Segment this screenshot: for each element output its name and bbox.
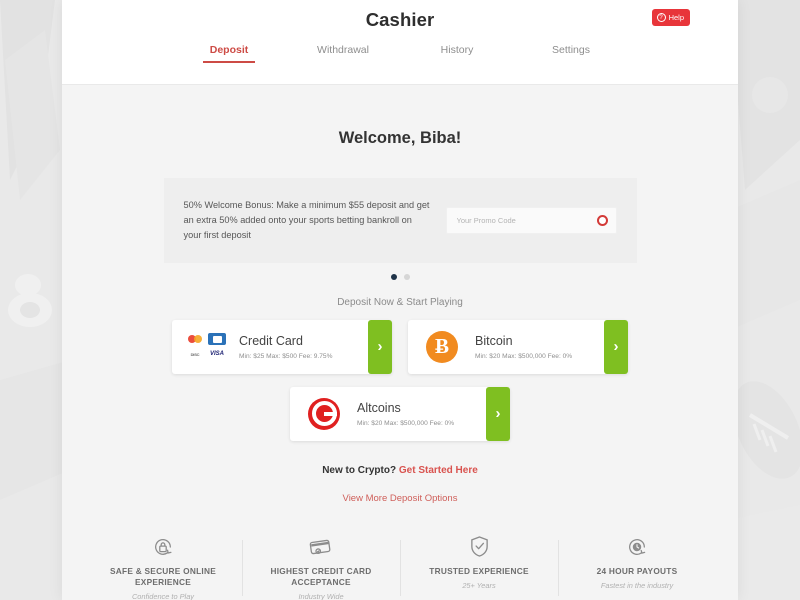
bitcoin-arrow-icon[interactable]: › xyxy=(604,319,628,374)
tab-withdrawal-label: Withdrawal xyxy=(317,44,369,56)
bitcoin-name: Bitcoin xyxy=(475,333,513,348)
credit-card-content: DISC VISA Credit Card Min: $25 Max: $500… xyxy=(172,320,368,374)
tab-history[interactable]: History xyxy=(400,44,514,63)
get-started-link[interactable]: Get Started Here xyxy=(399,465,478,476)
visa-icon: VISA xyxy=(208,348,226,361)
credit-card-name: Credit Card xyxy=(239,333,303,348)
crypto-cta-prefix: New to Crypto? xyxy=(322,464,399,476)
badge-safe-secure-title: SAFE & SECURE ONLINE EXPERIENCE xyxy=(110,565,216,587)
badge-trusted-experience-sub: 25+ Years xyxy=(462,580,496,590)
mastercard-icon xyxy=(186,333,204,346)
shield-check-icon xyxy=(406,534,552,560)
badge-safe-secure: SAFE & SECURE ONLINE EXPERIENCE Confiden… xyxy=(84,534,242,600)
tab-deposit-label: Deposit xyxy=(209,44,249,56)
tab-settings[interactable]: Settings xyxy=(514,44,628,63)
tab-settings-label: Settings xyxy=(552,44,590,56)
page-background: Cashier ? Help Deposit Withdrawal Histor… xyxy=(0,0,800,600)
deposit-method-bitcoin[interactable]: Ƀ Bitcoin Min: $20 Max: $500,000 Fee: 0%… xyxy=(408,319,628,374)
altcoins-arrow-icon[interactable]: › xyxy=(486,386,510,441)
badge-24-hour-payouts-title: 24 HOUR PAYOUTS xyxy=(596,565,678,576)
badge-trusted-experience: TRUSTED EXPERIENCE 25+ Years xyxy=(400,534,558,600)
badge-24-hour-payouts-sub: Fastest in the industry xyxy=(600,580,674,590)
altcoins-info: Altcoins Min: $20 Max: $500,000 Fee: 0% xyxy=(357,401,454,427)
credit-card-limits: Min: $25 Max: $500 Fee: 9.75% xyxy=(239,352,333,360)
help-button[interactable]: ? Help xyxy=(651,9,690,26)
tab-deposit[interactable]: Deposit xyxy=(172,44,286,63)
credit-card-brands-icon: DISC VISA xyxy=(183,333,229,361)
page-title: Cashier xyxy=(365,9,435,30)
bitcoin-info: Bitcoin Min: $20 Max: $500,000 Fee: 0% xyxy=(475,334,572,360)
help-circle-icon: ? xyxy=(656,13,666,22)
tab-bar: Deposit Withdrawal History Settings xyxy=(62,44,738,63)
badge-24-hour-payouts: 24 HOUR PAYOUTS Fastest in the industry xyxy=(558,534,716,600)
credit-card-icon xyxy=(248,534,394,560)
app-header: Cashier ? Help Deposit Withdrawal Histor… xyxy=(62,0,738,85)
promo-input-wrapper xyxy=(445,206,617,234)
promo-submit-icon[interactable] xyxy=(596,214,608,226)
discover-icon: DISC xyxy=(186,348,204,361)
crypto-cta: New to Crypto? Get Started Here xyxy=(62,465,738,476)
carousel-dot-1[interactable] xyxy=(390,273,397,280)
background-photo-left xyxy=(0,0,70,600)
credit-card-info: Credit Card Min: $25 Max: $500 Fee: 9.75… xyxy=(239,334,332,360)
amex-icon xyxy=(208,333,226,346)
promo-text: 50% Welcome Bonus: Make a minimum $55 de… xyxy=(183,200,430,240)
badge-safe-secure-sub: Confidence to Play xyxy=(131,592,195,600)
deposit-methods-row-2: Altcoins Min: $20 Max: $500,000 Fee: 0% … xyxy=(62,386,738,441)
deposit-method-altcoins[interactable]: Altcoins Min: $20 Max: $500,000 Fee: 0% … xyxy=(290,386,510,441)
welcome-heading: Welcome, Biba! xyxy=(338,129,462,147)
badge-credit-acceptance: HIGHEST CREDIT CARD ACCEPTANCE Industry … xyxy=(242,534,400,600)
bitcoin-logo-wrapper: Ƀ xyxy=(419,330,465,363)
deposit-methods-row-1: DISC VISA Credit Card Min: $25 Max: $500… xyxy=(62,319,738,374)
credit-card-arrow-icon[interactable]: › xyxy=(368,319,392,374)
altcoins-limits: Min: $20 Max: $500,000 Fee: 0% xyxy=(357,419,455,427)
tab-history-label: History xyxy=(440,44,474,56)
carousel-dots xyxy=(62,273,738,280)
altcoins-logo-wrapper xyxy=(301,397,347,430)
bitcoin-limits: Min: $20 Max: $500,000 Fee: 0% xyxy=(475,352,573,360)
trust-badges: SAFE & SECURE ONLINE EXPERIENCE Confiden… xyxy=(62,534,738,600)
carousel-dot-2[interactable] xyxy=(403,273,410,280)
app-body: Welcome, Biba! 50% Welcome Bonus: Make a… xyxy=(62,85,738,600)
clock-icon xyxy=(564,534,710,560)
altcoins-icon xyxy=(308,397,340,430)
view-more-deposit-options-link[interactable]: View More Deposit Options xyxy=(62,493,738,504)
cashier-panel: Cashier ? Help Deposit Withdrawal Histor… xyxy=(62,0,738,600)
lock-shield-icon xyxy=(90,534,236,560)
badge-trusted-experience-title: TRUSTED EXPERIENCE xyxy=(429,565,529,576)
altcoins-name: Altcoins xyxy=(357,400,401,415)
badge-credit-acceptance-title: HIGHEST CREDIT CARD ACCEPTANCE xyxy=(270,565,372,587)
altcoins-content: Altcoins Min: $20 Max: $500,000 Fee: 0% xyxy=(290,387,486,441)
background-photo-right xyxy=(730,0,800,600)
deposit-method-credit-card[interactable]: DISC VISA Credit Card Min: $25 Max: $500… xyxy=(172,319,392,374)
help-button-label: Help xyxy=(668,13,684,22)
badge-credit-acceptance-sub: Industry Wide xyxy=(298,592,344,600)
promo-banner: 50% Welcome Bonus: Make a minimum $55 de… xyxy=(163,178,637,263)
bitcoin-content: Ƀ Bitcoin Min: $20 Max: $500,000 Fee: 0% xyxy=(408,320,604,374)
tab-withdrawal[interactable]: Withdrawal xyxy=(286,44,400,63)
promo-code-input[interactable] xyxy=(446,215,616,225)
bitcoin-icon: Ƀ xyxy=(426,330,458,363)
deposit-heading: Deposit Now & Start Playing xyxy=(337,296,463,308)
